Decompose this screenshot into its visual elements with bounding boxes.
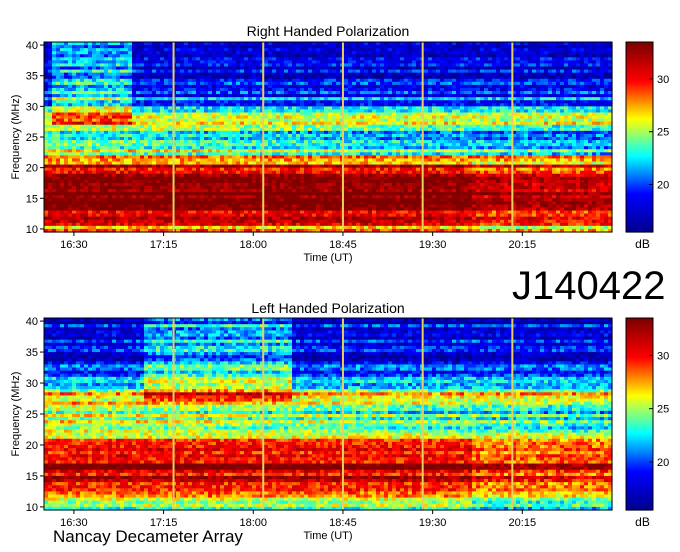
- y-tick-label: 30: [26, 378, 38, 390]
- y-axis-label: Frequency (MHz): [10, 372, 22, 457]
- y-tick-label: 20: [26, 163, 38, 175]
- panel-1: Right Handed Polarization 10 15 20 25 30 35 40 1…: [10, 23, 669, 264]
- colorbar-tick-label: 30: [657, 74, 669, 86]
- colorbar-tick-label: 20: [657, 180, 669, 192]
- observation-id-label: J140422: [512, 264, 666, 308]
- x-tick-label: 19:30: [419, 239, 447, 251]
- y-axis-label: Frequency (MHz): [10, 95, 22, 180]
- x-tick-label: 18:45: [329, 517, 357, 529]
- colorbar-unit-label: dB: [635, 515, 650, 529]
- x-axis-label: Time (UT): [303, 252, 352, 264]
- panel-title: Right Handed Polarization: [247, 23, 410, 39]
- observatory-label: Nancay Decameter Array: [53, 527, 243, 546]
- colorbar-unit-label: dB: [635, 237, 650, 251]
- x-axis-label: Time (UT): [303, 530, 352, 542]
- x-tick-label: 18:45: [329, 239, 357, 251]
- colorbar-tick-label: 25: [657, 404, 669, 416]
- x-tick-label: 18:00: [239, 239, 267, 251]
- y-tick-label: 25: [26, 132, 38, 144]
- x-tick-label: 20:15: [509, 517, 537, 529]
- colorbar: 20 25 30 dB: [625, 317, 669, 529]
- y-tick-label: 25: [26, 409, 38, 421]
- panel-2: Left Handed Polarization1015202530354016…: [10, 300, 669, 542]
- y-tick-label: 35: [26, 71, 38, 83]
- colorbar-tick-label: 30: [657, 350, 669, 362]
- colorbar: 20 25 30 dB: [625, 41, 669, 251]
- spectrogram: [44, 318, 613, 511]
- x-tick-label: 19:30: [419, 517, 447, 529]
- y-tick-label: 20: [26, 440, 38, 452]
- y-tick-label: 40: [26, 40, 38, 52]
- y-tick-label: 10: [26, 224, 38, 236]
- panel-title: Left Handed Polarization: [251, 300, 404, 316]
- y-tick-label: 15: [26, 193, 38, 205]
- x-tick-label: 20:15: [509, 239, 537, 251]
- y-tick-label: 35: [26, 347, 38, 359]
- x-tick-label: 16:30: [60, 239, 88, 251]
- y-tick-label: 30: [26, 101, 38, 113]
- colorbar-tick-label: 20: [657, 457, 669, 469]
- y-tick-label: 10: [26, 502, 38, 514]
- y-tick-label: 15: [26, 471, 38, 483]
- y-tick-label: 40: [26, 316, 38, 328]
- x-tick-label: 17:15: [150, 239, 178, 251]
- x-tick-label: 18:00: [239, 517, 267, 529]
- colorbar-tick-label: 25: [657, 127, 669, 139]
- spectrogram: [44, 42, 613, 233]
